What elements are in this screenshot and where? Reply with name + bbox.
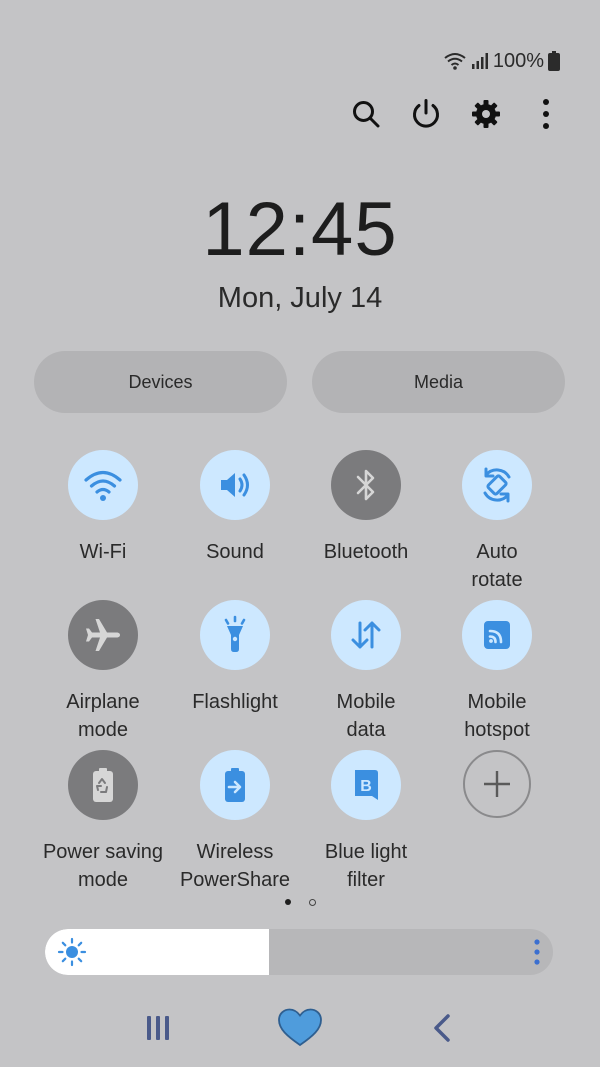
more-vertical-icon	[543, 99, 549, 129]
brightness-slider[interactable]	[45, 929, 553, 975]
tile-mobile-data[interactable]: Mobile data	[296, 600, 436, 744]
gear-icon	[472, 100, 500, 128]
tile-speaker[interactable]: Sound	[165, 450, 305, 566]
bluetooth-toggle[interactable]	[331, 450, 401, 520]
tile-label: Airplane mode	[66, 691, 140, 741]
tile-label: Auto rotate	[471, 541, 523, 591]
tile-wireless-powershare[interactable]: Wireless PowerShare	[165, 750, 305, 894]
flashlight-icon	[217, 615, 253, 655]
auto-rotate-icon	[477, 465, 517, 505]
more-options-button[interactable]	[522, 92, 570, 136]
back-chevron-icon	[434, 1014, 450, 1042]
bluetooth-icon	[351, 466, 381, 504]
airplane-toggle[interactable]	[68, 600, 138, 670]
blue-light-filter-icon: B	[346, 765, 386, 805]
quick-settings-screen: 100% 12:45 Mon, July 14 Devices Media Wi…	[0, 0, 600, 1067]
hotspot-icon	[477, 615, 517, 655]
tile-flashlight[interactable]: Flashlight	[165, 600, 305, 716]
tile-label: Blue light filter	[324, 841, 408, 891]
sun-icon	[57, 937, 87, 967]
blue-light-filter-toggle[interactable]: B	[331, 750, 401, 820]
svg-text:B: B	[360, 778, 372, 795]
status-bar: 100%	[443, 46, 560, 76]
flashlight-toggle[interactable]	[200, 600, 270, 670]
wifi-status-icon	[444, 53, 466, 70]
media-button[interactable]: Media	[312, 351, 565, 413]
home-button[interactable]	[270, 1000, 330, 1056]
speaker-icon	[215, 467, 255, 503]
wireless-powershare-icon	[217, 765, 253, 805]
tile-blue-light-filter[interactable]: B Blue light filter	[296, 750, 436, 894]
settings-button[interactable]	[462, 92, 510, 136]
back-button[interactable]	[412, 1000, 472, 1056]
tile-wifi[interactable]: Wi-Fi	[33, 450, 173, 566]
page-indicator	[0, 899, 600, 906]
add-icon	[479, 766, 515, 802]
clock-time[interactable]: 12:45	[0, 186, 600, 273]
tile-airplane[interactable]: Airplane mode	[33, 600, 173, 744]
tile-label: Power saving mode	[42, 841, 164, 891]
tile-power-saving[interactable]: Power saving mode	[33, 750, 173, 894]
brightness-options-icon[interactable]	[533, 938, 541, 966]
mobile-data-toggle[interactable]	[331, 600, 401, 670]
tile-label: Flashlight	[192, 691, 278, 713]
tile-label: Wi-Fi	[79, 541, 127, 563]
tile-label: Mobile hotspot	[464, 691, 530, 741]
tile-add[interactable]	[427, 750, 567, 818]
power-saving-icon	[85, 765, 121, 805]
clock-date[interactable]: Mon, July 14	[0, 282, 600, 315]
wifi-toggle[interactable]	[68, 450, 138, 520]
speaker-toggle[interactable]	[200, 450, 270, 520]
navigation-bar	[0, 1000, 600, 1056]
page-dot-inactive	[308, 899, 316, 906]
heart-icon	[278, 1008, 322, 1047]
signal-icon	[471, 53, 488, 69]
tile-label: Sound	[206, 541, 264, 563]
wifi-icon	[83, 467, 123, 503]
mobile-data-icon	[346, 615, 386, 655]
search-button[interactable]	[342, 92, 390, 136]
tile-label: Mobile data	[336, 691, 396, 741]
hotspot-toggle[interactable]	[462, 600, 532, 670]
devices-button[interactable]: Devices	[34, 351, 287, 413]
airplane-icon	[83, 615, 123, 655]
tile-label: Wireless PowerShare	[179, 841, 291, 891]
tile-auto-rotate[interactable]: Auto rotate	[427, 450, 567, 594]
page-dot-active	[284, 899, 291, 905]
recent-apps-button[interactable]	[128, 1000, 188, 1056]
battery-icon	[548, 51, 560, 71]
top-actions	[342, 92, 570, 136]
add-toggle[interactable]	[463, 750, 531, 818]
tile-bluetooth[interactable]: Bluetooth	[296, 450, 436, 566]
battery-percentage: 100%	[492, 49, 544, 72]
wireless-powershare-toggle[interactable]	[200, 750, 270, 820]
tile-hotspot[interactable]: Mobile hotspot	[427, 600, 567, 744]
power-saving-toggle[interactable]	[68, 750, 138, 820]
power-icon	[413, 99, 439, 128]
power-button[interactable]	[402, 92, 450, 136]
auto-rotate-toggle[interactable]	[462, 450, 532, 520]
tile-label: Bluetooth	[323, 541, 409, 563]
recent-apps-icon	[147, 1016, 169, 1040]
search-icon	[353, 101, 380, 128]
